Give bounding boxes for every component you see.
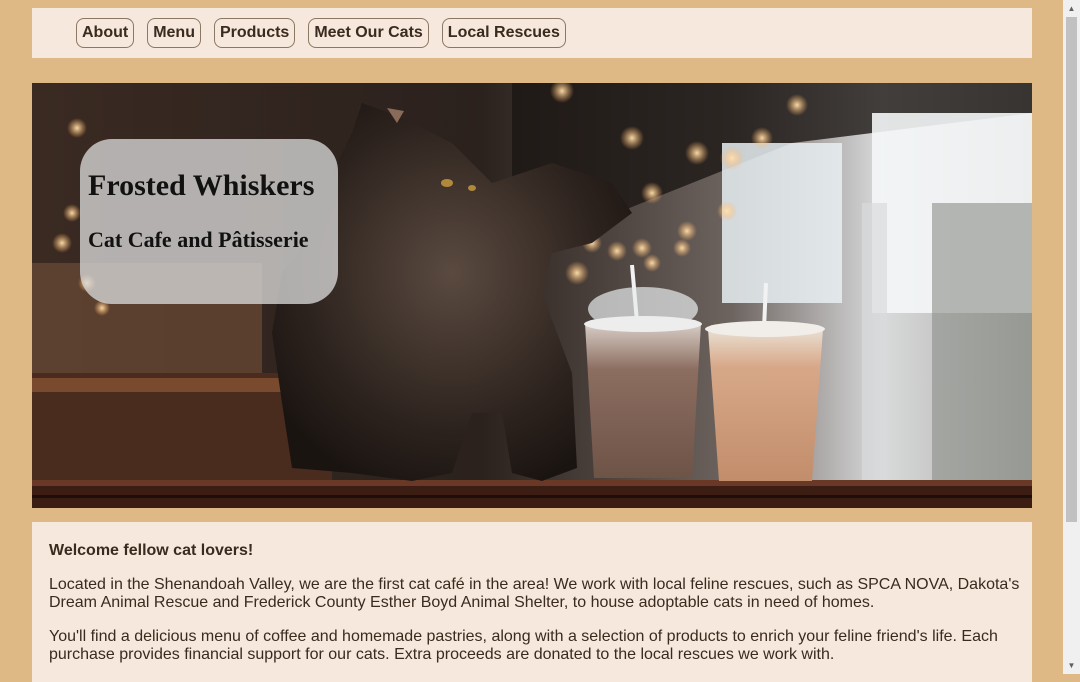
site-title: Frosted Whiskers [88,169,315,202]
triangle-up-icon[interactable]: ▲ [1063,0,1080,17]
welcome-section: Welcome fellow cat lovers! Located in th… [32,522,1032,682]
site-subtitle: Cat Cafe and Pâtisserie [88,227,309,252]
nav-about-button[interactable]: About [76,18,135,48]
nav-local-rescues-button[interactable]: Local Rescues [441,18,566,48]
nav-meet-our-cats-button[interactable]: Meet Our Cats [308,18,429,48]
triangle-down-icon[interactable]: ▼ [1063,657,1080,674]
nav-menu-button[interactable]: Menu [147,18,201,48]
title-card: Frosted Whiskers Cat Cafe and Pâtisserie [80,139,338,304]
nav-products-button[interactable]: Products [213,18,296,48]
intro-paragraph: Located in the Shenandoah Valley, we are… [49,576,1020,611]
main-nav: About Menu Products Meet Our Cats Local … [32,8,1032,58]
vertical-scrollbar[interactable]: ▲ ▼ [1063,0,1080,674]
menu-paragraph: You'll find a delicious menu of coffee a… [49,628,998,663]
welcome-heading: Welcome fellow cat lovers! [49,542,254,559]
scrollbar-thumb[interactable] [1066,17,1077,522]
hero-banner: Frosted Whiskers Cat Cafe and Pâtisserie [32,83,1032,508]
